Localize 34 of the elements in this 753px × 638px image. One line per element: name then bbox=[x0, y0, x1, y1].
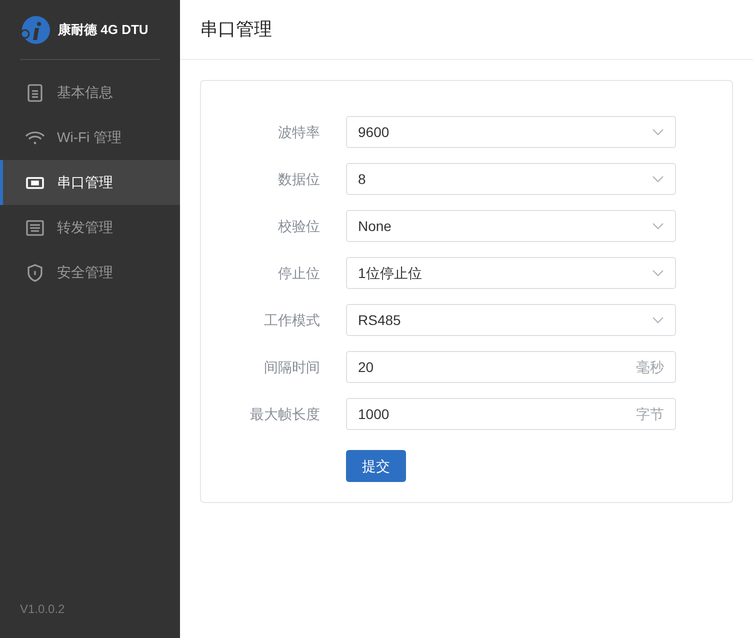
serial-port-icon bbox=[26, 176, 44, 190]
input-field[interactable]: 1000 字节 bbox=[346, 398, 676, 430]
nav-item[interactable]: 转发管理 bbox=[0, 205, 180, 250]
brand-name: 康耐德 4G DTU bbox=[58, 20, 148, 39]
select-field[interactable]: 8 bbox=[346, 163, 676, 195]
keyboard-icon bbox=[26, 220, 44, 236]
chevron-down-icon bbox=[652, 128, 664, 136]
submit-button[interactable]: 提交 bbox=[346, 450, 406, 482]
field-label: 波特率 bbox=[277, 122, 320, 142]
page-title: 串口管理 bbox=[200, 18, 272, 41]
chevron-down-icon bbox=[652, 222, 664, 230]
logo-icon bbox=[20, 14, 50, 44]
version-label: V1.0.0.2 bbox=[19, 601, 66, 618]
wifi-icon bbox=[25, 130, 45, 144]
select-field[interactable]: 9600 bbox=[346, 116, 676, 148]
nav-item[interactable]: 串口管理 bbox=[0, 160, 180, 205]
chevron-down-icon bbox=[652, 269, 664, 277]
field-label: 校验位 bbox=[277, 216, 320, 236]
field-label: 工作模式 bbox=[263, 310, 320, 330]
field-label: 数据位 bbox=[277, 170, 320, 188]
chevron-down-icon bbox=[652, 175, 664, 183]
field-label: 最大帧长度 bbox=[249, 404, 320, 424]
chevron-down-icon bbox=[652, 316, 664, 324]
select-field[interactable]: 1位停止位 bbox=[346, 257, 676, 289]
document-icon bbox=[27, 84, 43, 102]
nav-item[interactable]: 安全管理 bbox=[0, 250, 180, 295]
select-field[interactable]: None bbox=[346, 210, 676, 242]
field-label: 停止位 bbox=[277, 264, 320, 282]
field-label: 间隔时间 bbox=[263, 358, 320, 376]
nav-item[interactable]: Wi-Fi 管理 bbox=[0, 115, 180, 160]
select-field[interactable]: RS485 bbox=[346, 304, 676, 336]
input-field[interactable]: 20 毫秒 bbox=[346, 351, 676, 383]
nav-item[interactable]: 基本信息 bbox=[0, 70, 180, 115]
shield-icon bbox=[27, 264, 43, 282]
